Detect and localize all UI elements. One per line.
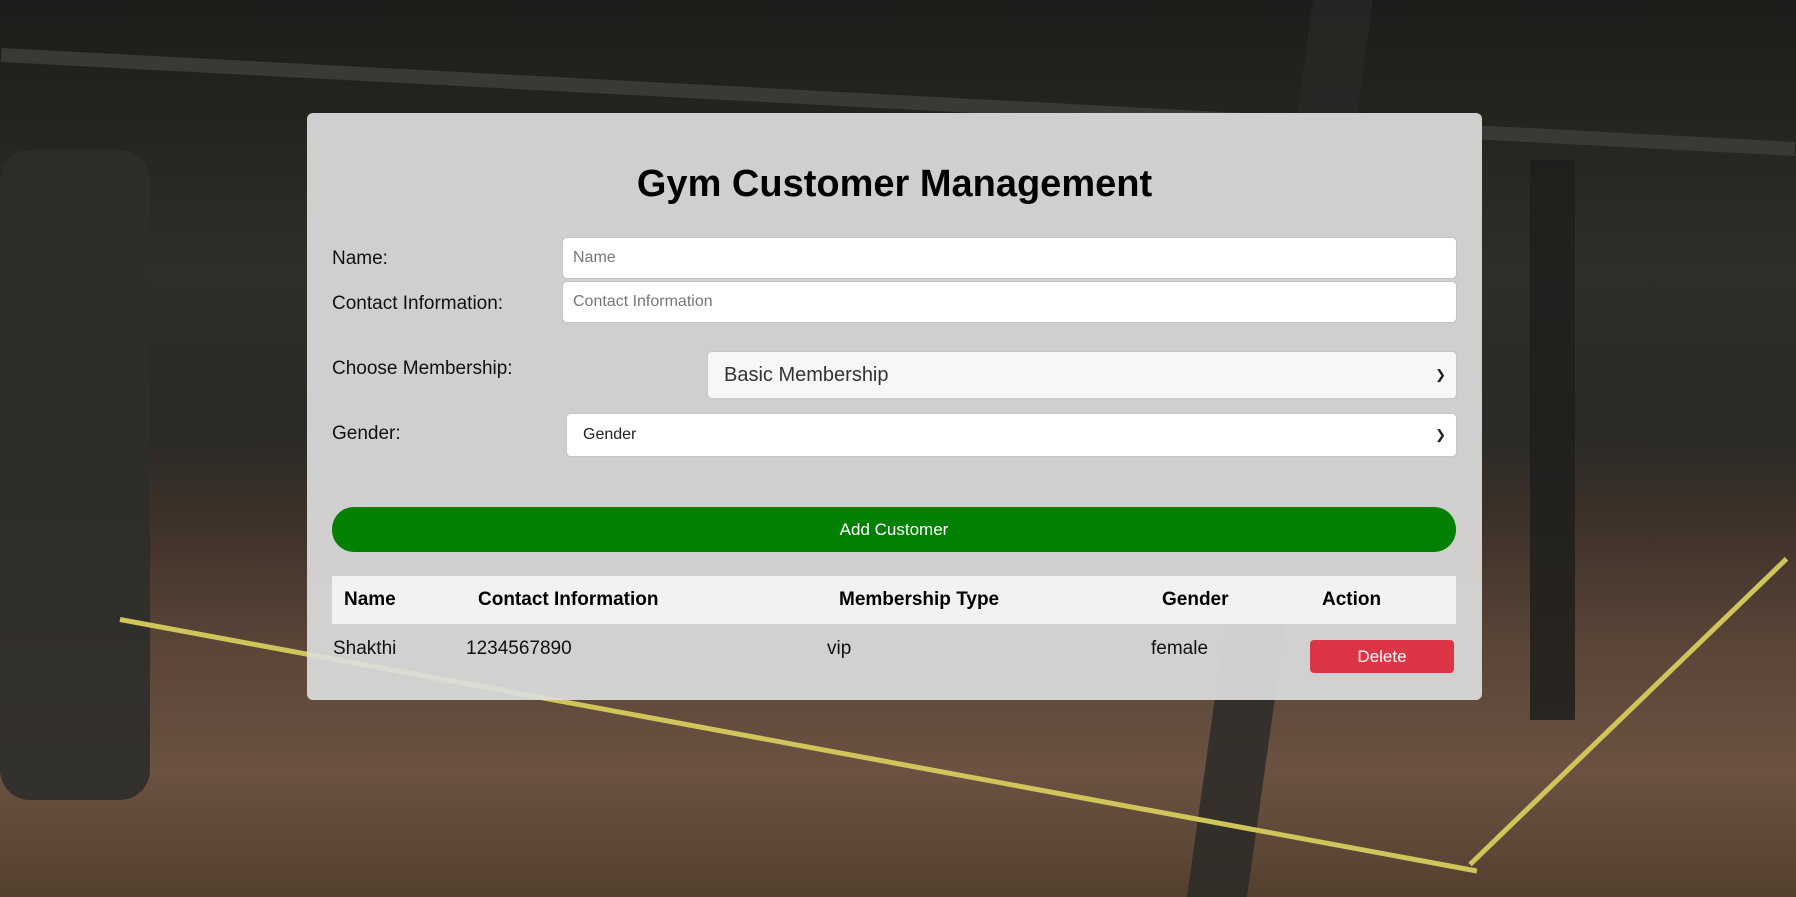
cell-gender: female — [1151, 638, 1209, 659]
contact-information-label: Contact Information: — [332, 293, 504, 314]
chevron-down-icon: ❯ — [1435, 427, 1446, 442]
ceiling-pillar — [1530, 160, 1575, 720]
gym-equipment — [0, 150, 150, 800]
column-header-gender: Gender — [1162, 589, 1229, 610]
name-input[interactable] — [562, 237, 1457, 279]
contact-information-input[interactable] — [562, 281, 1457, 323]
floor-line — [1468, 557, 1789, 867]
cell-membership: vip — [827, 638, 852, 659]
gender-selected-value: Gender — [583, 426, 637, 443]
column-header-name: Name — [344, 589, 396, 610]
cell-name: Shakthi — [333, 638, 397, 659]
table-header-row: Name Contact Information Membership Type… — [332, 576, 1456, 624]
table-row: Shakthi 1234567890 vip female Delete — [332, 624, 1456, 686]
membership-select[interactable]: Basic Membership ❯ — [707, 351, 1457, 399]
column-header-action: Action — [1322, 589, 1382, 610]
membership-selected-value: Basic Membership — [724, 363, 889, 386]
customer-table: Name Contact Information Membership Type… — [332, 576, 1456, 686]
add-customer-button[interactable]: Add Customer — [332, 507, 1456, 552]
delete-button[interactable]: Delete — [1310, 640, 1454, 673]
chevron-down-icon: ❯ — [1435, 367, 1446, 382]
gender-select[interactable]: Gender ❯ — [566, 413, 1457, 457]
gender-label: Gender: — [332, 423, 401, 444]
cell-contact: 1234567890 — [466, 638, 572, 659]
membership-label: Choose Membership: — [332, 358, 513, 379]
name-label: Name: — [332, 248, 388, 269]
customer-management-panel: Gym Customer Management Name: Contact In… — [307, 113, 1482, 700]
column-header-membership: Membership Type — [839, 589, 1000, 610]
column-header-contact: Contact Information — [478, 589, 659, 610]
page-title: Gym Customer Management — [636, 163, 1153, 205]
